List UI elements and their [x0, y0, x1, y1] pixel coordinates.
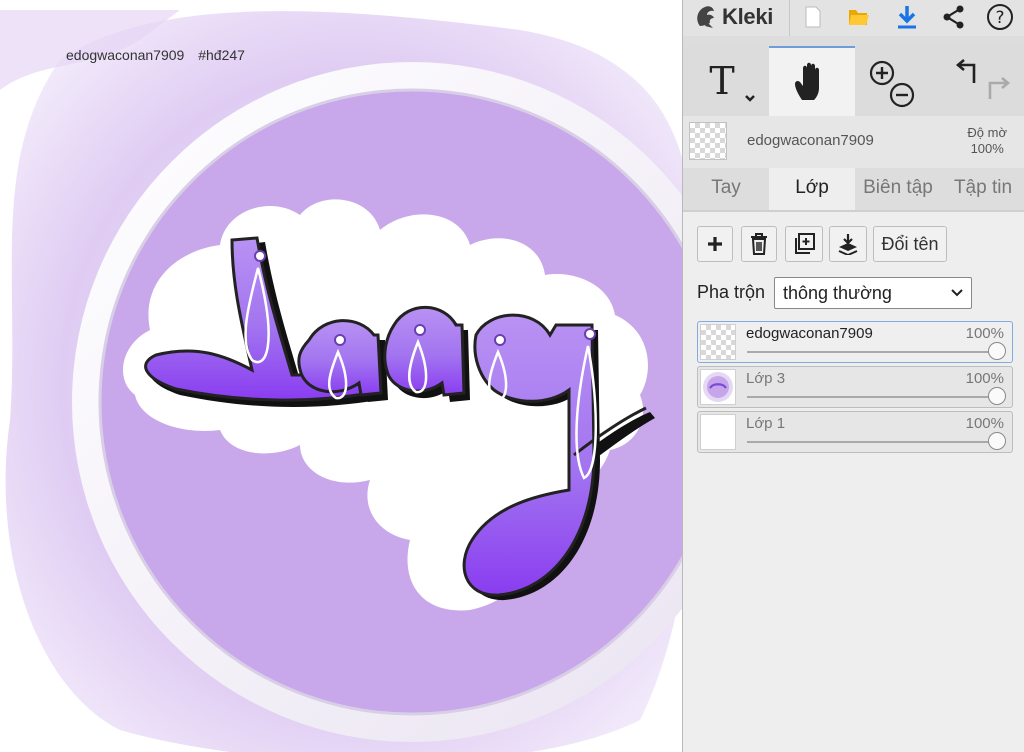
zoom-in-icon[interactable]	[869, 60, 895, 86]
drawing-canvas[interactable]: edogwaconan7909 #hđ247	[0, 0, 682, 752]
slider-handle[interactable]	[988, 342, 1006, 360]
duplicate-layer-button[interactable]	[785, 226, 823, 262]
layer-opacity: 100%	[965, 370, 1004, 387]
zoom-out-icon[interactable]	[889, 82, 915, 108]
app-logo[interactable]: Kleki	[695, 3, 773, 31]
tool-bar: T	[683, 46, 1024, 116]
artwork	[0, 10, 682, 752]
layer-opacity: 100%	[965, 415, 1004, 432]
svg-text:?: ?	[995, 8, 1004, 28]
slider-handle[interactable]	[988, 387, 1006, 405]
layer-opacity-slider[interactable]	[747, 351, 996, 353]
top-bar: Kleki ?	[683, 0, 1024, 36]
hand-icon	[795, 62, 819, 100]
opacity-value: 100%	[970, 141, 1004, 156]
merge-down-icon	[838, 234, 858, 255]
duplicate-icon	[795, 233, 815, 254]
current-layer-thumbnail	[689, 122, 727, 160]
open-folder-icon[interactable]	[844, 2, 874, 32]
text-tool-icon: T	[709, 59, 755, 103]
app-name: Kleki	[722, 4, 774, 29]
caption-hashtag: #hđ247	[198, 47, 245, 63]
side-panel: Kleki ? T edogwaconan7909 Độ mờ 100% Tay…	[682, 0, 1024, 752]
rename-layer-button[interactable]: Đổi tên	[873, 226, 947, 262]
panel-tabs: Tay Lớp Biên tập Tập tin	[683, 168, 1024, 212]
layer-thumbnail	[700, 324, 736, 360]
tab-brush[interactable]: Tay	[683, 168, 769, 212]
undo-icon[interactable]	[955, 59, 976, 83]
layer-opacity-slider[interactable]	[747, 396, 996, 398]
plus-icon	[708, 237, 722, 251]
current-layer-name: edogwaconan7909	[747, 132, 874, 149]
blend-mode-value: thông thường	[783, 283, 892, 303]
topbar-separator	[789, 0, 790, 36]
slider-handle[interactable]	[988, 432, 1006, 450]
add-layer-button[interactable]	[697, 226, 733, 262]
tab-file[interactable]: Tập tin	[941, 168, 1024, 212]
layer-thumbnail	[700, 414, 736, 450]
share-icon[interactable]	[939, 2, 969, 32]
layers-panel: Đổi tên Pha trộn thông thường edogwacona…	[683, 212, 1024, 752]
trash-icon	[751, 233, 767, 255]
layer-name: Lớp 3	[746, 370, 786, 387]
opacity-label: Độ mờ	[967, 125, 1007, 140]
caption-username: edogwaconan7909	[66, 47, 185, 63]
download-icon[interactable]	[892, 2, 922, 32]
svg-text:T: T	[709, 59, 734, 103]
help-icon[interactable]: ?	[985, 2, 1015, 32]
kleki-logo-icon	[697, 6, 714, 28]
tab-layers[interactable]: Lớp	[769, 168, 855, 212]
text-tool[interactable]: T	[683, 46, 769, 116]
tab-edit[interactable]: Biên tập	[855, 168, 941, 212]
merge-down-button[interactable]	[829, 226, 867, 262]
chevron-down-icon	[951, 278, 963, 318]
undo-redo-controls	[945, 46, 1019, 116]
current-layer-header: edogwaconan7909 Độ mờ 100%	[683, 116, 1024, 168]
layer-name: Lớp 1	[746, 415, 786, 432]
layer-row[interactable]: Lớp 1 100%	[697, 411, 1013, 453]
current-layer-opacity: Độ mờ 100%	[967, 125, 1007, 157]
canvas-caption: edogwaconan7909 #hđ247	[66, 47, 255, 63]
blend-mode-label: Pha trộn	[697, 282, 766, 302]
redo-icon[interactable]	[988, 77, 1011, 99]
hand-tool[interactable]	[769, 46, 855, 116]
layer-name: edogwaconan7909	[746, 325, 873, 342]
layer-row[interactable]: edogwaconan7909 100%	[697, 321, 1013, 363]
layer-opacity-slider[interactable]	[747, 441, 996, 443]
layer-row[interactable]: Lớp 3 100%	[697, 366, 1013, 408]
layer-opacity: 100%	[965, 325, 1004, 342]
zoom-controls	[859, 46, 925, 116]
new-file-icon[interactable]	[798, 2, 828, 32]
delete-layer-button[interactable]	[741, 226, 777, 262]
blend-mode-select[interactable]: thông thường	[774, 277, 972, 309]
layer-thumbnail	[700, 369, 736, 405]
